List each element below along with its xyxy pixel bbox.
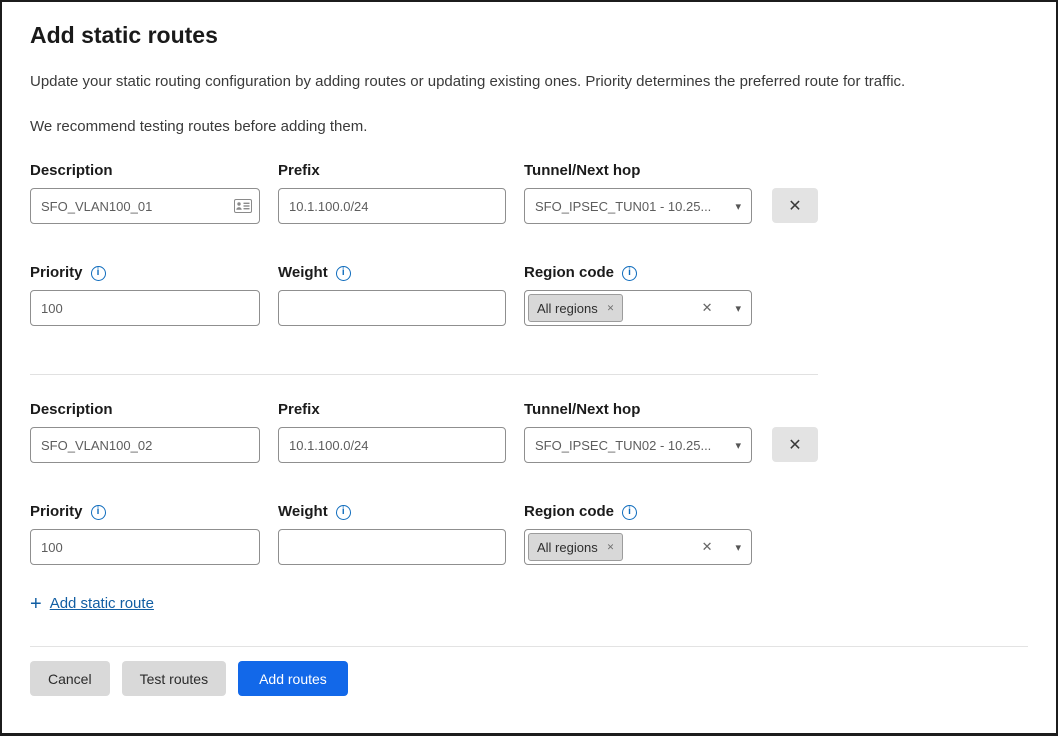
route1-tunnel-field: Tunnel/Next hop SFO_IPSEC_TUN01 - 10.25.…: [524, 162, 752, 224]
chevron-down-icon: ▾: [735, 200, 741, 213]
description-label: Description: [30, 162, 260, 180]
plus-icon: +: [30, 596, 42, 612]
route2-weight-input[interactable]: [278, 529, 506, 565]
remove-tag-icon[interactable]: ✕: [607, 303, 615, 314]
route1-tunnel-select[interactable]: SFO_IPSEC_TUN01 - 10.25... ▾: [524, 188, 752, 224]
route1-priority-field: Priority i: [30, 264, 260, 326]
route-separator: [30, 374, 818, 375]
route2-secondary-row: Priority i Weight i Re: [30, 503, 1028, 565]
route-block-1: Description: [30, 162, 1028, 326]
priority-label: Priority: [30, 503, 83, 521]
route2-region-field: Region code i All regions ✕ ✕ ▾: [524, 503, 752, 565]
route1-main-row: Description: [30, 162, 1028, 224]
route1-region-field: Region code i All regions ✕ ✕ ▾: [524, 264, 752, 326]
region-tag-label: All regions: [537, 540, 598, 555]
tunnel-label: Tunnel/Next hop: [524, 162, 752, 180]
route1-description-field: Description: [30, 162, 260, 224]
priority-label: Priority: [30, 264, 83, 282]
remove-tag-icon[interactable]: ✕: [607, 542, 615, 553]
info-icon[interactable]: i: [622, 505, 637, 520]
info-icon[interactable]: i: [91, 266, 106, 281]
info-icon[interactable]: i: [336, 505, 351, 520]
route2-description-input[interactable]: [30, 427, 260, 463]
info-icon[interactable]: i: [91, 505, 106, 520]
route1-prefix-input[interactable]: [278, 188, 506, 224]
add-static-route-link[interactable]: Add static route: [50, 595, 154, 612]
route1-weight-field: Weight i: [278, 264, 506, 326]
tunnel-label: Tunnel/Next hop: [524, 401, 752, 419]
route2-priority-input[interactable]: [30, 529, 260, 565]
dialog-add-static-routes: Add static routes Update your static rou…: [0, 0, 1058, 736]
route1-region-select[interactable]: All regions ✕ ✕ ▾: [524, 290, 752, 326]
intro-text: Update your static routing configuration…: [30, 73, 1028, 91]
route1-tunnel-value: SFO_IPSEC_TUN01 - 10.25...: [535, 199, 711, 214]
region-tag-label: All regions: [537, 301, 598, 316]
dialog-footer: Cancel Test routes Add routes: [30, 646, 1028, 696]
contact-card-autofill-icon: [234, 199, 252, 213]
recommendation-text: We recommend testing routes before addin…: [30, 118, 1028, 136]
route1-priority-input[interactable]: [30, 290, 260, 326]
description-label: Description: [30, 401, 260, 419]
prefix-label: Prefix: [278, 401, 506, 419]
route1-description-input[interactable]: [30, 188, 260, 224]
cancel-button[interactable]: Cancel: [30, 661, 110, 696]
route2-region-select[interactable]: All regions ✕ ✕ ▾: [524, 529, 752, 565]
route2-priority-field: Priority i: [30, 503, 260, 565]
route2-main-row: Description Prefix Tunnel/Next hop SFO_I…: [30, 401, 1028, 463]
chevron-down-icon: ▾: [735, 302, 741, 315]
region-tag: All regions ✕: [528, 533, 623, 561]
route2-description-field: Description: [30, 401, 260, 463]
info-icon[interactable]: i: [336, 266, 351, 281]
close-icon: ✕: [788, 196, 801, 216]
info-icon[interactable]: i: [622, 266, 637, 281]
add-static-route-row: + Add static route: [30, 595, 1028, 612]
route1-remove-button[interactable]: ✕: [772, 188, 818, 223]
route2-weight-field: Weight i: [278, 503, 506, 565]
clear-selection-icon[interactable]: ✕: [702, 539, 713, 555]
region-code-label: Region code: [524, 503, 614, 521]
routes-form: Description: [30, 162, 1028, 612]
route1-prefix-field: Prefix: [278, 162, 506, 224]
region-code-label: Region code: [524, 264, 614, 282]
close-icon: ✕: [788, 435, 801, 455]
weight-label: Weight: [278, 264, 328, 282]
route1-weight-input[interactable]: [278, 290, 506, 326]
add-routes-button[interactable]: Add routes: [238, 661, 348, 696]
test-routes-button[interactable]: Test routes: [122, 661, 226, 696]
route2-prefix-field: Prefix: [278, 401, 506, 463]
weight-label: Weight: [278, 503, 328, 521]
page-title: Add static routes: [30, 22, 1028, 49]
chevron-down-icon: ▾: [735, 541, 741, 554]
clear-selection-icon[interactable]: ✕: [702, 300, 713, 316]
route2-prefix-input[interactable]: [278, 427, 506, 463]
route2-tunnel-select[interactable]: SFO_IPSEC_TUN02 - 10.25... ▾: [524, 427, 752, 463]
page-content: Add static routes Update your static rou…: [2, 2, 1056, 696]
prefix-label: Prefix: [278, 162, 506, 180]
route2-tunnel-value: SFO_IPSEC_TUN02 - 10.25...: [535, 438, 711, 453]
chevron-down-icon: ▾: [735, 439, 741, 452]
route2-tunnel-field: Tunnel/Next hop SFO_IPSEC_TUN02 - 10.25.…: [524, 401, 752, 463]
route-block-2: Description Prefix Tunnel/Next hop SFO_I…: [30, 401, 1028, 565]
route2-remove-button[interactable]: ✕: [772, 427, 818, 462]
region-tag: All regions ✕: [528, 294, 623, 322]
route1-secondary-row: Priority i Weight i Re: [30, 264, 1028, 326]
